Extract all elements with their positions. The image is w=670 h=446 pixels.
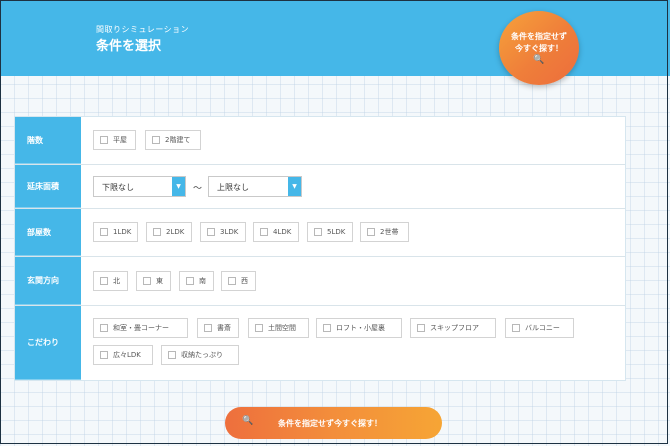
option-label: 土間空間: [268, 324, 296, 332]
option-feature-balcony[interactable]: バルコニー: [505, 318, 574, 338]
checkbox-icon: [100, 136, 108, 144]
option-label: 4LDK: [273, 228, 292, 236]
option-label: ロフト・小屋裏: [336, 324, 385, 332]
checkbox-icon: [323, 324, 331, 332]
checkbox-icon: [186, 277, 194, 285]
row-area: 延床面積 下限なし ▼ 〜 上限なし ▼: [15, 165, 625, 209]
option-label: バルコニー: [525, 324, 560, 332]
search-icon: 🔍: [242, 416, 254, 426]
circle-button-line1: 条件を指定せず: [511, 32, 567, 41]
row-features: こだわり 和室・畳コーナー 書斎 土間空間 ロフト・小屋裏 スキップフロア バル…: [15, 306, 625, 380]
area-max-value: 上限なし: [217, 183, 249, 192]
option-feature-spacious-ldk[interactable]: 広々LDK: [93, 345, 153, 365]
option-label: 2階建て: [165, 136, 191, 144]
option-floors-2[interactable]: 2階建て: [145, 130, 201, 150]
option-label: 広々LDK: [113, 351, 141, 359]
option-feature-storage[interactable]: 収納たっぷり: [161, 345, 239, 365]
option-feature-study[interactable]: 書斎: [197, 318, 239, 338]
chevron-down-icon: ▼: [288, 177, 301, 196]
page-subtitle: 間取りシミュレーション: [96, 25, 190, 34]
row-entrance: 玄関方向 北 東 南 西: [15, 257, 625, 306]
search-now-circle-button[interactable]: 条件を指定せず 今すぐ探す！ 🔍: [499, 11, 579, 85]
checkbox-icon: [100, 228, 108, 236]
area-max-select[interactable]: 上限なし ▼: [208, 176, 302, 197]
checkbox-icon: [143, 277, 151, 285]
option-label: 3LDK: [220, 228, 239, 236]
option-feature-loft[interactable]: ロフト・小屋裏: [316, 318, 402, 338]
checkbox-icon: [100, 277, 108, 285]
area-min-select[interactable]: 下限なし ▼: [93, 176, 186, 197]
option-label: 北: [113, 277, 120, 285]
option-label: 南: [199, 277, 206, 285]
checkbox-icon: [153, 228, 161, 236]
search-icon: 🔍: [533, 55, 545, 65]
option-entrance-west[interactable]: 西: [221, 271, 256, 291]
search-now-button[interactable]: 🔍 条件を指定せず今すぐ探す！: [225, 407, 442, 439]
option-rooms-3ldk[interactable]: 3LDK: [200, 222, 246, 242]
option-entrance-east[interactable]: 東: [136, 271, 171, 291]
area-min-value: 下限なし: [102, 183, 134, 192]
checkbox-icon: [367, 228, 375, 236]
checkbox-icon: [260, 228, 268, 236]
option-rooms-2household[interactable]: 2世帯: [360, 222, 409, 242]
checkbox-icon: [255, 324, 263, 332]
row-rooms: 部屋数 1LDK 2LDK 3LDK 4LDK 5LDK 2世帯: [15, 209, 625, 257]
checkbox-icon: [314, 228, 322, 236]
row-floors: 階数 平屋 2階建て: [15, 117, 625, 165]
option-label: 西: [241, 277, 248, 285]
checkbox-icon: [168, 351, 176, 359]
option-rooms-2ldk[interactable]: 2LDK: [146, 222, 192, 242]
row-label-area: 延床面積: [15, 165, 81, 208]
range-separator: 〜: [193, 184, 203, 194]
option-label: 2LDK: [166, 228, 185, 236]
chevron-down-icon: ▼: [172, 177, 185, 196]
option-floors-1[interactable]: 平屋: [93, 130, 136, 150]
option-label: 1LDK: [113, 228, 132, 236]
row-label-features: こだわり: [15, 306, 81, 380]
option-label: 書斎: [217, 324, 231, 332]
row-label-rooms: 部屋数: [15, 209, 81, 256]
checkbox-icon: [152, 136, 160, 144]
checkbox-icon: [204, 324, 212, 332]
option-rooms-1ldk[interactable]: 1LDK: [93, 222, 138, 242]
option-label: 和室・畳コーナー: [113, 324, 169, 332]
search-now-button-label: 条件を指定せず今すぐ探す！: [278, 419, 382, 428]
row-label-entrance: 玄関方向: [15, 257, 81, 305]
checkbox-icon: [100, 351, 108, 359]
option-label: 平屋: [113, 136, 127, 144]
option-feature-skip-floor[interactable]: スキップフロア: [410, 318, 496, 338]
option-rooms-4ldk[interactable]: 4LDK: [253, 222, 299, 242]
checkbox-icon: [207, 228, 215, 236]
checkbox-icon: [228, 277, 236, 285]
option-label: スキップフロア: [430, 324, 479, 332]
option-entrance-north[interactable]: 北: [93, 271, 128, 291]
option-rooms-5ldk[interactable]: 5LDK: [307, 222, 353, 242]
option-label: 収納たっぷり: [181, 351, 223, 359]
circle-button-line2: 今すぐ探す！: [515, 44, 563, 53]
page-title: 条件を選択: [96, 39, 162, 54]
row-label-floors: 階数: [15, 117, 81, 164]
option-entrance-south[interactable]: 南: [179, 271, 214, 291]
option-feature-doma[interactable]: 土間空間: [248, 318, 309, 338]
checkbox-icon: [512, 324, 520, 332]
checkbox-icon: [100, 324, 108, 332]
condition-table: 階数 平屋 2階建て 延床面積 下限なし ▼ 〜 上限なし ▼ 部屋数 1LDK: [14, 116, 626, 381]
option-label: 5LDK: [327, 228, 346, 236]
checkbox-icon: [417, 324, 425, 332]
option-label: 2世帯: [380, 228, 399, 236]
option-label: 東: [156, 277, 163, 285]
option-feature-washitsu[interactable]: 和室・畳コーナー: [93, 318, 188, 338]
